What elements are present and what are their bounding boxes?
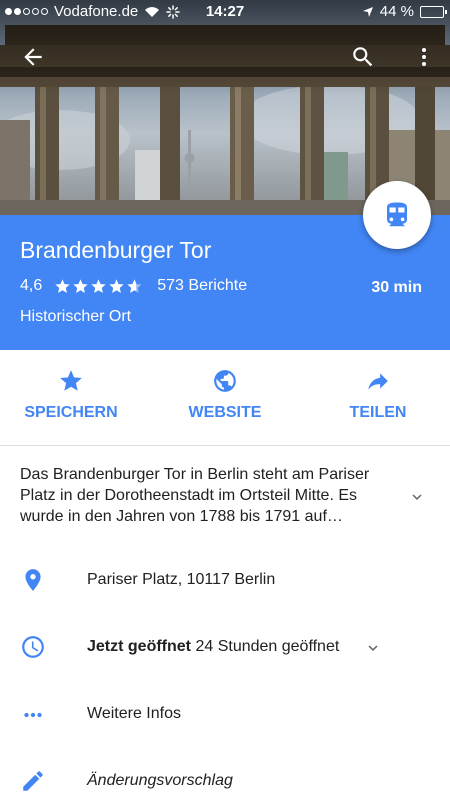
train-icon: [387, 202, 407, 227]
battery-icon: [420, 5, 447, 18]
action-bar: SPEICHERN WEBSITE TEILEN: [0, 350, 450, 446]
more-info-row[interactable]: Weitere Infos: [0, 681, 450, 747]
directions-transit-button[interactable]: [363, 181, 431, 249]
rating-stars: [54, 278, 143, 295]
status-bar: Vodafone.de 14:27 44 %: [0, 0, 450, 24]
place-description[interactable]: Das Brandenburger Tor in Berlin steht am…: [20, 464, 380, 527]
share-button[interactable]: TEILEN: [318, 368, 438, 422]
star-rating-icon: [109, 278, 124, 293]
travel-time: 30 min: [371, 279, 422, 296]
rating-value: 4,6: [20, 277, 43, 294]
more-options-button[interactable]: [412, 44, 436, 75]
save-button[interactable]: SPEICHERN: [11, 368, 131, 422]
place-photo[interactable]: [0, 0, 450, 215]
more-vert-icon: [422, 48, 426, 66]
location-pin-icon: [25, 569, 41, 591]
chevron-down-icon: [412, 494, 422, 500]
star-rating-icon: [73, 278, 88, 293]
location-arrow-icon: [362, 6, 373, 17]
search-icon: [353, 47, 373, 67]
star-rating-icon: [55, 278, 70, 293]
expand-description-button[interactable]: [408, 488, 426, 511]
place-category: Historischer Ort: [20, 308, 132, 325]
place-title: Brandenburger Tor: [20, 237, 212, 263]
more-info-text: Weitere Infos: [87, 705, 181, 722]
suggest-edit-row[interactable]: Änderungsvorschlag: [0, 748, 450, 800]
review-count[interactable]: 573 Berichte: [157, 277, 247, 295]
battery-percent: 44 %: [379, 3, 414, 20]
pencil-icon: [23, 771, 43, 791]
globe-icon: [214, 370, 236, 392]
star-icon: [60, 370, 82, 391]
website-button[interactable]: WEBSITE: [165, 368, 285, 422]
hours-text: Jetzt geöffnet 24 Stunden geöffnet: [87, 638, 339, 656]
website-label: WEBSITE: [188, 404, 262, 421]
search-button[interactable]: [350, 44, 376, 75]
address-row[interactable]: Pariser Platz, 10117 Berlin: [0, 547, 450, 613]
more-horiz-icon: [24, 712, 42, 718]
back-button[interactable]: [20, 44, 46, 75]
open-status: Jetzt geöffnet: [87, 638, 191, 655]
opening-hours-row[interactable]: Jetzt geöffnet 24 Stunden geöffnet: [0, 614, 450, 680]
chevron-down-icon[interactable]: [364, 639, 382, 657]
hours-detail: 24 Stunden geöffnet: [195, 638, 340, 655]
save-label: SPEICHERN: [24, 404, 118, 421]
address-text: Pariser Platz, 10117 Berlin: [87, 571, 276, 588]
suggest-edit-text: Änderungsvorschlag: [87, 772, 233, 789]
arrow-back-icon: [24, 48, 42, 66]
rating-row[interactable]: 4,6 573 Berichte: [20, 277, 247, 295]
star-rating-icon: [91, 278, 106, 293]
share-icon: [368, 373, 388, 390]
clock-icon: [22, 636, 44, 658]
star-rating-icon: [127, 278, 142, 293]
share-label: TEILEN: [349, 404, 407, 421]
